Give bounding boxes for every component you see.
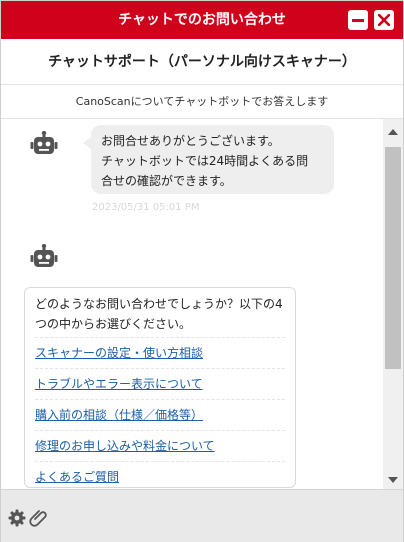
chat-window: チャットでのお問い合わせ チャットサポート（パーソナル向けスキャナー） Cano… bbox=[0, 0, 404, 542]
robot-icon bbox=[30, 130, 58, 159]
notice-bar: CanoScanについてチャットボットでお答えします bbox=[1, 85, 403, 119]
menu-option-trouble[interactable]: トラブルやエラー表示について bbox=[35, 368, 285, 399]
close-icon[interactable] bbox=[374, 10, 394, 30]
bot-message-text: お問合せありがとうございます。 チャットボットでは24時間よくある問 合せの確認… bbox=[101, 134, 309, 188]
paperclip-icon[interactable] bbox=[29, 508, 49, 532]
chat-log: お問合せありがとうございます。 チャットボットでは24時間よくある問 合せの確認… bbox=[1, 119, 383, 489]
scroll-down-arrow-icon[interactable] bbox=[383, 471, 403, 489]
chat-footer bbox=[1, 489, 403, 542]
menu-option-faq[interactable]: よくあるご質問 bbox=[35, 461, 285, 489]
title-bar: チャットでのお問い合わせ bbox=[1, 1, 403, 39]
menu-option-presales[interactable]: 購入前の相談（仕様／価格等） bbox=[35, 399, 285, 430]
notice-text: CanoScanについてチャットボットでお答えします bbox=[75, 95, 329, 108]
menu-option-setup[interactable]: スキャナーの設定・使い方相談 bbox=[35, 337, 285, 368]
scrollbar-thumb[interactable] bbox=[385, 147, 401, 369]
chat-subtitle: チャットサポート（パーソナル向けスキャナー） bbox=[48, 54, 356, 70]
gear-icon[interactable] bbox=[8, 509, 26, 531]
bot-message-bubble: お問合せありがとうございます。 チャットボットでは24時間よくある問 合せの確認… bbox=[83, 125, 334, 194]
menu-prompt: どのようなお問い合わせでしょうか？以下の4つの中からお選びください。 bbox=[35, 297, 283, 331]
chat-scrollbar[interactable] bbox=[383, 119, 403, 489]
robot-icon bbox=[30, 243, 58, 272]
chat-header: チャットサポート（パーソナル向けスキャナー） bbox=[1, 39, 403, 85]
minimize-icon[interactable] bbox=[348, 10, 368, 30]
option-menu-card: どのようなお問い合わせでしょうか？以下の4つの中からお選びください。 スキャナー… bbox=[24, 287, 296, 488]
menu-option-repair[interactable]: 修理のお申し込みや料金について bbox=[35, 430, 285, 461]
message-timestamp: 2023/05/31 05:01 PM bbox=[92, 202, 200, 213]
window-title: チャットでのお問い合わせ bbox=[118, 12, 286, 28]
scroll-up-arrow-icon[interactable] bbox=[383, 123, 403, 141]
